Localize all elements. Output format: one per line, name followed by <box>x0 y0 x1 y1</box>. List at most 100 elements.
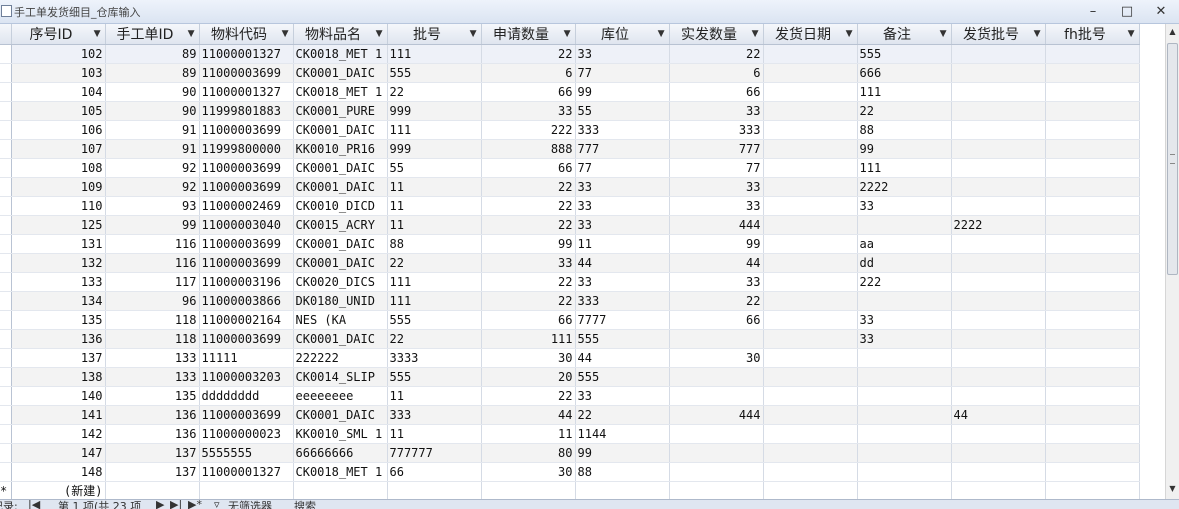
row-selector[interactable] <box>0 291 12 311</box>
table-cell[interactable] <box>857 424 952 444</box>
table-cell[interactable]: 77 <box>575 158 670 178</box>
table-cell[interactable]: 333 <box>575 291 670 311</box>
table-cell[interactable]: 136 <box>105 405 200 425</box>
table-cell[interactable]: 11000003699 <box>199 234 294 254</box>
table-cell[interactable]: 105 <box>11 101 106 121</box>
table-cell[interactable] <box>1045 424 1140 444</box>
column-header[interactable]: 发货批号 ▼ <box>951 24 1046 45</box>
table-cell[interactable] <box>1045 443 1140 463</box>
table-cell[interactable]: 136 <box>105 424 200 444</box>
table-cell[interactable]: 117 <box>105 272 200 292</box>
table-cell[interactable]: 22 <box>575 405 670 425</box>
select-all-corner[interactable] <box>0 24 12 45</box>
table-cell[interactable]: 103 <box>11 63 106 83</box>
table-cell[interactable] <box>1045 120 1140 140</box>
table-cell[interactable]: 33 <box>857 196 952 216</box>
table-cell[interactable] <box>951 158 1046 178</box>
table-row[interactable]: 102 89 11000001327 CK0018_MET 1 111 22 33 22 555 <box>0 44 1140 64</box>
table-row[interactable]: 133 117 11000003196 CK0020_DICS 111 22 33 33 222 <box>0 272 1140 292</box>
table-cell[interactable] <box>669 481 764 499</box>
chevron-down-icon[interactable]: ▼ <box>752 24 759 44</box>
row-selector[interactable] <box>0 215 12 235</box>
table-cell[interactable]: 111 <box>387 291 482 311</box>
table-cell[interactable]: 90 <box>105 82 200 102</box>
table-cell[interactable]: CK0015_ACRY <box>293 215 388 235</box>
table-cell[interactable]: 22 <box>481 291 576 311</box>
row-selector[interactable] <box>0 82 12 102</box>
table-cell[interactable] <box>951 253 1046 273</box>
table-cell[interactable]: CK0018_MET 1 <box>293 462 388 482</box>
chevron-down-icon[interactable]: ▼ <box>376 24 383 44</box>
close-icon[interactable]: ✕ <box>1148 2 1174 22</box>
column-header[interactable]: 实发数量 ▼ <box>669 24 764 45</box>
table-row[interactable]: 107 91 11999800000 KK0010_PR16 999 888 777 777 9… <box>0 139 1140 159</box>
row-selector[interactable] <box>0 462 12 482</box>
table-cell[interactable]: CK0001_DAIC <box>293 234 388 254</box>
table-cell[interactable]: 111 <box>387 272 482 292</box>
table-cell[interactable] <box>763 291 858 311</box>
table-cell[interactable] <box>763 120 858 140</box>
table-row[interactable]: 142 136 11000000023 KK0010_SML 1 11 11 1144 <box>0 424 1140 444</box>
table-cell[interactable] <box>857 405 952 425</box>
table-cell[interactable]: 125 <box>11 215 106 235</box>
table-cell[interactable]: 66 <box>481 310 576 330</box>
table-cell[interactable]: 22 <box>481 177 576 197</box>
column-header[interactable]: 库位 ▼ <box>575 24 670 45</box>
table-cell[interactable] <box>763 481 858 499</box>
table-cell[interactable] <box>669 443 764 463</box>
table-cell[interactable]: 77 <box>669 158 764 178</box>
table-cell[interactable] <box>199 481 294 499</box>
table-cell[interactable] <box>951 177 1046 197</box>
table-cell[interactable] <box>1045 329 1140 349</box>
table-cell[interactable] <box>951 481 1046 499</box>
chevron-down-icon[interactable]: ▼ <box>846 24 853 44</box>
table-cell[interactable]: 11000003203 <box>199 367 294 387</box>
table-cell[interactable] <box>669 424 764 444</box>
table-cell[interactable]: 11000003699 <box>199 177 294 197</box>
table-cell[interactable] <box>1045 386 1140 406</box>
table-cell[interactable]: 11999800000 <box>199 139 294 159</box>
table-cell[interactable]: 99 <box>575 82 670 102</box>
table-cell[interactable]: 555 <box>387 367 482 387</box>
column-header[interactable]: 序号ID ▼ <box>11 24 106 45</box>
table-row[interactable]: 140 135 dddddddd eeeeeeee 11 22 33 <box>0 386 1140 406</box>
table-cell[interactable]: 111 <box>481 329 576 349</box>
table-cell[interactable]: CK0001_DAIC <box>293 63 388 83</box>
table-cell[interactable]: 30 <box>481 462 576 482</box>
table-cell[interactable]: 11111 <box>199 348 294 368</box>
table-row[interactable]: 106 91 11000003699 CK0001_DAIC 111 222 333 333 8… <box>0 120 1140 140</box>
table-cell[interactable]: 333 <box>387 405 482 425</box>
table-cell[interactable]: 11000000023 <box>199 424 294 444</box>
column-header[interactable]: 批号 ▼ <box>387 24 482 45</box>
table-cell[interactable]: dd <box>857 253 952 273</box>
table-cell[interactable]: aa <box>857 234 952 254</box>
table-cell[interactable]: 22 <box>387 253 482 273</box>
table-cell[interactable] <box>1045 481 1140 499</box>
table-cell[interactable]: 888 <box>481 139 576 159</box>
table-cell[interactable]: 66 <box>481 82 576 102</box>
table-cell[interactable]: 107 <box>11 139 106 159</box>
table-cell[interactable]: 66 <box>669 82 764 102</box>
row-selector[interactable] <box>0 196 12 216</box>
table-cell[interactable]: 999 <box>387 139 482 159</box>
table-cell[interactable] <box>857 291 952 311</box>
table-cell[interactable]: 11000003040 <box>199 215 294 235</box>
table-cell[interactable]: 148 <box>11 462 106 482</box>
table-cell[interactable] <box>105 481 200 499</box>
table-cell[interactable]: 102 <box>11 44 106 64</box>
table-cell[interactable]: dddddddd <box>199 386 294 406</box>
row-selector[interactable] <box>0 367 12 387</box>
table-cell[interactable]: 22 <box>481 215 576 235</box>
table-cell[interactable]: 33 <box>575 177 670 197</box>
table-cell[interactable]: 136 <box>11 329 106 349</box>
table-cell[interactable]: 555 <box>575 367 670 387</box>
table-cell[interactable]: 5555555 <box>199 443 294 463</box>
table-cell[interactable]: 33 <box>669 101 764 121</box>
table-cell[interactable] <box>1045 272 1140 292</box>
table-cell[interactable]: 135 <box>11 310 106 330</box>
table-cell[interactable]: CK0001_DAIC <box>293 120 388 140</box>
column-header[interactable]: 物料代码 ▼ <box>199 24 294 45</box>
table-cell[interactable]: 55 <box>387 158 482 178</box>
table-cell[interactable]: 666 <box>857 63 952 83</box>
maximize-icon[interactable]: □ <box>1114 2 1140 22</box>
